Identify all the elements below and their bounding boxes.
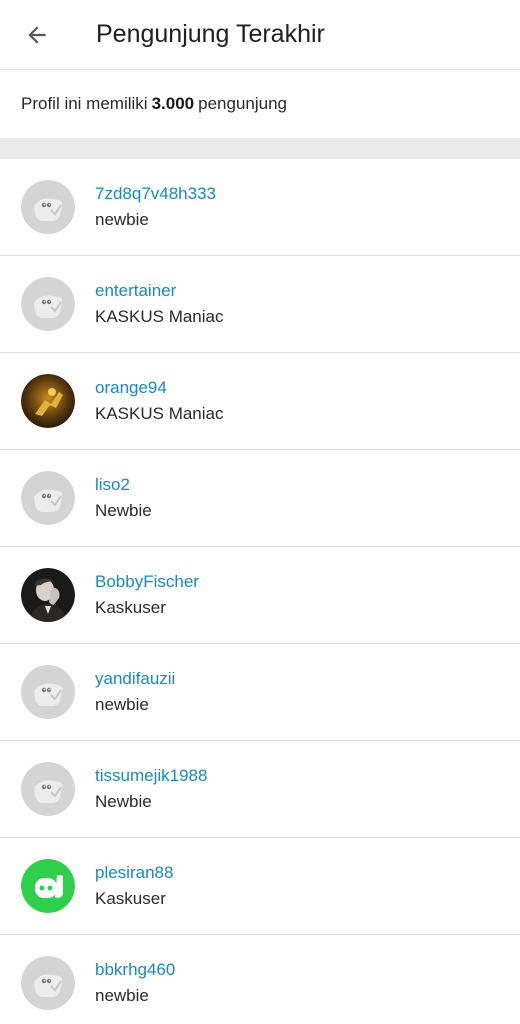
avatar[interactable] — [21, 277, 75, 331]
visitor-row[interactable]: bbkrhg460 newbie — [0, 935, 520, 1024]
visitor-row[interactable]: tissumejik1988 Newbie — [0, 741, 520, 838]
visitor-row[interactable]: orange94 KASKUS Maniac — [0, 353, 520, 450]
visitor-info: entertainer KASKUS Maniac — [95, 280, 224, 329]
default-avatar-icon — [21, 762, 75, 816]
visitor-username[interactable]: bbkrhg460 — [95, 959, 175, 981]
visitor-rank: newbie — [95, 209, 149, 229]
visitor-rank: KASKUS Maniac — [95, 403, 224, 423]
photo-avatar-portrait — [21, 568, 75, 622]
page-title: Pengunjung Terakhir — [96, 20, 325, 48]
visitor-list: 7zd8q7v48h333 newbie entertainer KASKUS … — [0, 159, 520, 1024]
back-button[interactable] — [0, 0, 74, 70]
visitor-username[interactable]: 7zd8q7v48h333 — [95, 183, 216, 205]
visitor-rank: KASKUS Maniac — [95, 306, 224, 326]
visitor-info: tissumejik1988 Newbie — [95, 765, 207, 814]
visitor-username[interactable]: orange94 — [95, 377, 224, 399]
visitor-row[interactable]: BobbyFischer Kaskuser — [0, 547, 520, 644]
visitor-row[interactable]: 7zd8q7v48h333 newbie — [0, 159, 520, 256]
visitor-row[interactable]: plesiran88 Kaskuser — [0, 838, 520, 935]
visitor-row[interactable]: yandifauzii newbie — [0, 644, 520, 741]
avatar[interactable] — [21, 956, 75, 1010]
visitor-username[interactable]: entertainer — [95, 280, 224, 302]
default-avatar-icon — [21, 471, 75, 525]
visitor-rank: newbie — [95, 985, 149, 1005]
default-avatar-icon — [21, 665, 75, 719]
visitor-rank: Newbie — [95, 791, 152, 811]
green-mascot-avatar-icon — [21, 859, 75, 913]
section-divider — [0, 138, 520, 159]
default-avatar-icon — [21, 180, 75, 234]
visitor-info: bbkrhg460 newbie — [95, 959, 175, 1008]
avatar[interactable] — [21, 859, 75, 913]
default-avatar-icon — [21, 956, 75, 1010]
visitor-username[interactable]: yandifauzii — [95, 668, 175, 690]
visitor-username[interactable]: plesiran88 — [95, 862, 173, 884]
visitor-count: 3.000 — [151, 94, 195, 113]
avatar[interactable] — [21, 374, 75, 428]
visitor-info: BobbyFischer Kaskuser — [95, 571, 199, 620]
app-bar: Pengunjung Terakhir — [0, 0, 520, 70]
avatar[interactable] — [21, 665, 75, 719]
visitor-row[interactable]: entertainer KASKUS Maniac — [0, 256, 520, 353]
visitor-info: plesiran88 Kaskuser — [95, 862, 173, 911]
avatar[interactable] — [21, 568, 75, 622]
avatar[interactable] — [21, 471, 75, 525]
visitor-info: 7zd8q7v48h333 newbie — [95, 183, 216, 232]
visitor-rank: Newbie — [95, 500, 152, 520]
visitor-rank: newbie — [95, 694, 149, 714]
summary-suffix: pengunjung — [198, 94, 287, 113]
avatar[interactable] — [21, 180, 75, 234]
default-avatar-icon — [21, 277, 75, 331]
arrow-left-icon — [28, 25, 46, 44]
visitor-info: yandifauzii newbie — [95, 668, 175, 717]
visitor-info: liso2 Newbie — [95, 474, 152, 523]
summary-prefix: Profil ini memiliki — [21, 94, 148, 113]
visitor-username[interactable]: BobbyFischer — [95, 571, 199, 593]
visitor-rank: Kaskuser — [95, 597, 166, 617]
visitor-summary: Profil ini memiliki 3.000 pengunjung — [0, 70, 520, 138]
visitor-row[interactable]: liso2 Newbie — [0, 450, 520, 547]
visitor-username[interactable]: tissumejik1988 — [95, 765, 207, 787]
visitor-username[interactable]: liso2 — [95, 474, 152, 496]
visitor-rank: Kaskuser — [95, 888, 166, 908]
visitor-info: orange94 KASKUS Maniac — [95, 377, 224, 426]
avatar[interactable] — [21, 762, 75, 816]
photo-avatar-orange — [21, 374, 75, 428]
